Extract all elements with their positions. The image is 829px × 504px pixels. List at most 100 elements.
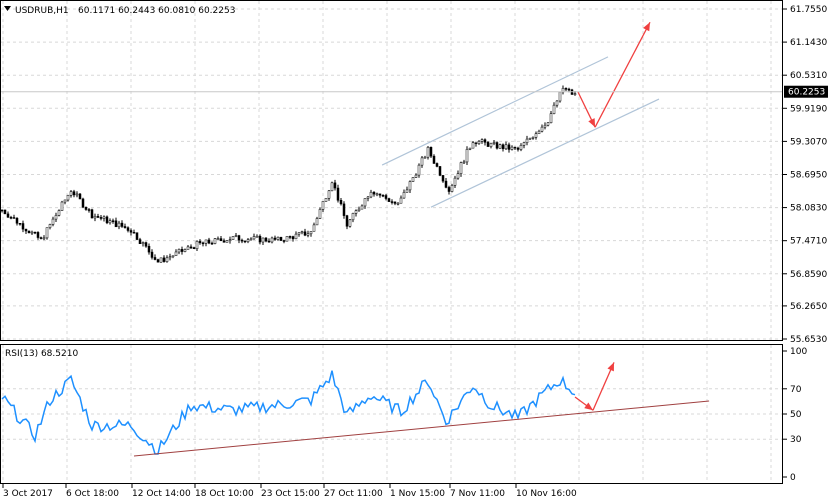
candle (480, 138, 484, 144)
candle (243, 240, 247, 244)
candle (108, 218, 112, 225)
candle (471, 141, 475, 149)
candle (174, 249, 178, 257)
candle (51, 216, 55, 227)
price-tick-label: 57.4710 (790, 237, 827, 247)
candle (168, 253, 172, 261)
candle (378, 193, 382, 198)
candle (489, 142, 493, 149)
candle (159, 257, 163, 263)
candle (309, 231, 313, 237)
candle (414, 173, 418, 178)
candle (474, 142, 478, 147)
candle (513, 146, 517, 151)
rsi-tick-label: 70 (790, 385, 802, 395)
candle (30, 230, 34, 236)
candle (291, 235, 295, 242)
candle (462, 159, 466, 164)
candle (138, 237, 142, 245)
candle (207, 237, 211, 245)
candle (483, 138, 487, 146)
candle (90, 208, 94, 219)
candle (372, 191, 376, 197)
candle (408, 180, 412, 193)
arrow-icon[interactable] (592, 362, 615, 411)
price-tick-label: 61.7550 (790, 5, 827, 15)
candle (285, 236, 289, 242)
rsi-label: RSI(13) 68.5210 (5, 349, 78, 359)
candle (252, 233, 256, 240)
candle (540, 124, 544, 133)
candle (297, 232, 301, 237)
symbol-label: USDRUB,H1 (15, 6, 69, 16)
candle (432, 154, 436, 164)
candle (495, 141, 499, 150)
candle (435, 162, 439, 168)
candle (267, 238, 271, 243)
candle (93, 213, 97, 222)
candle (351, 212, 355, 223)
candle (141, 241, 145, 247)
time-label: 10 Nov 16:00 (516, 489, 577, 499)
candle (558, 91, 562, 103)
candle (216, 236, 220, 240)
arrow-icon[interactable] (577, 91, 596, 128)
candle (282, 239, 286, 244)
candle (399, 195, 403, 204)
candle (357, 206, 361, 212)
rsi-tick-label: 30 (790, 435, 802, 445)
candle (354, 209, 358, 217)
candle (324, 197, 328, 202)
candle (453, 175, 457, 189)
rsi-tick-label: 0 (790, 473, 796, 483)
candle (444, 178, 448, 189)
candle (87, 208, 91, 213)
candle (204, 239, 208, 247)
candle (396, 201, 400, 206)
candle (366, 196, 370, 202)
candle (393, 201, 397, 206)
candle (18, 223, 22, 226)
channel-line[interactable] (430, 98, 660, 208)
main-pane-border (0, 0, 783, 341)
time-label: 23 Oct 15:00 (261, 489, 320, 499)
candle (129, 228, 133, 236)
candle (450, 183, 454, 193)
candle (339, 198, 343, 206)
candle (447, 185, 451, 195)
candle (543, 122, 547, 130)
arrow-icon[interactable] (574, 396, 594, 411)
candle (9, 215, 13, 220)
candle (237, 234, 241, 244)
candle (165, 255, 169, 263)
time-label: 18 Oct 10:00 (195, 489, 254, 499)
time-label: 7 Nov 11:00 (450, 489, 505, 499)
candle (423, 155, 427, 159)
candle (492, 139, 496, 146)
time-label: 27 Oct 11:00 (324, 489, 383, 499)
chart-window[interactable]: 61.7550 61.1430 60.5310 59.9190 59.3070 58.69… (0, 0, 829, 504)
candle (294, 231, 298, 240)
candle (411, 177, 415, 182)
candle (111, 218, 115, 224)
candle (456, 170, 460, 180)
candle (12, 214, 16, 219)
candle (555, 100, 559, 108)
candle (498, 143, 502, 149)
candle (228, 236, 232, 244)
candle (369, 189, 373, 199)
candle (162, 255, 166, 263)
candle (405, 186, 409, 193)
candle (459, 161, 463, 177)
candle (78, 193, 82, 200)
candle (564, 87, 568, 92)
candle (150, 249, 154, 260)
candle (210, 241, 214, 245)
channel-line[interactable] (381, 56, 609, 166)
candle (144, 241, 148, 248)
candle (273, 235, 277, 241)
candle (222, 238, 226, 243)
candle (96, 213, 100, 218)
candle (516, 146, 520, 152)
candle (402, 189, 406, 199)
